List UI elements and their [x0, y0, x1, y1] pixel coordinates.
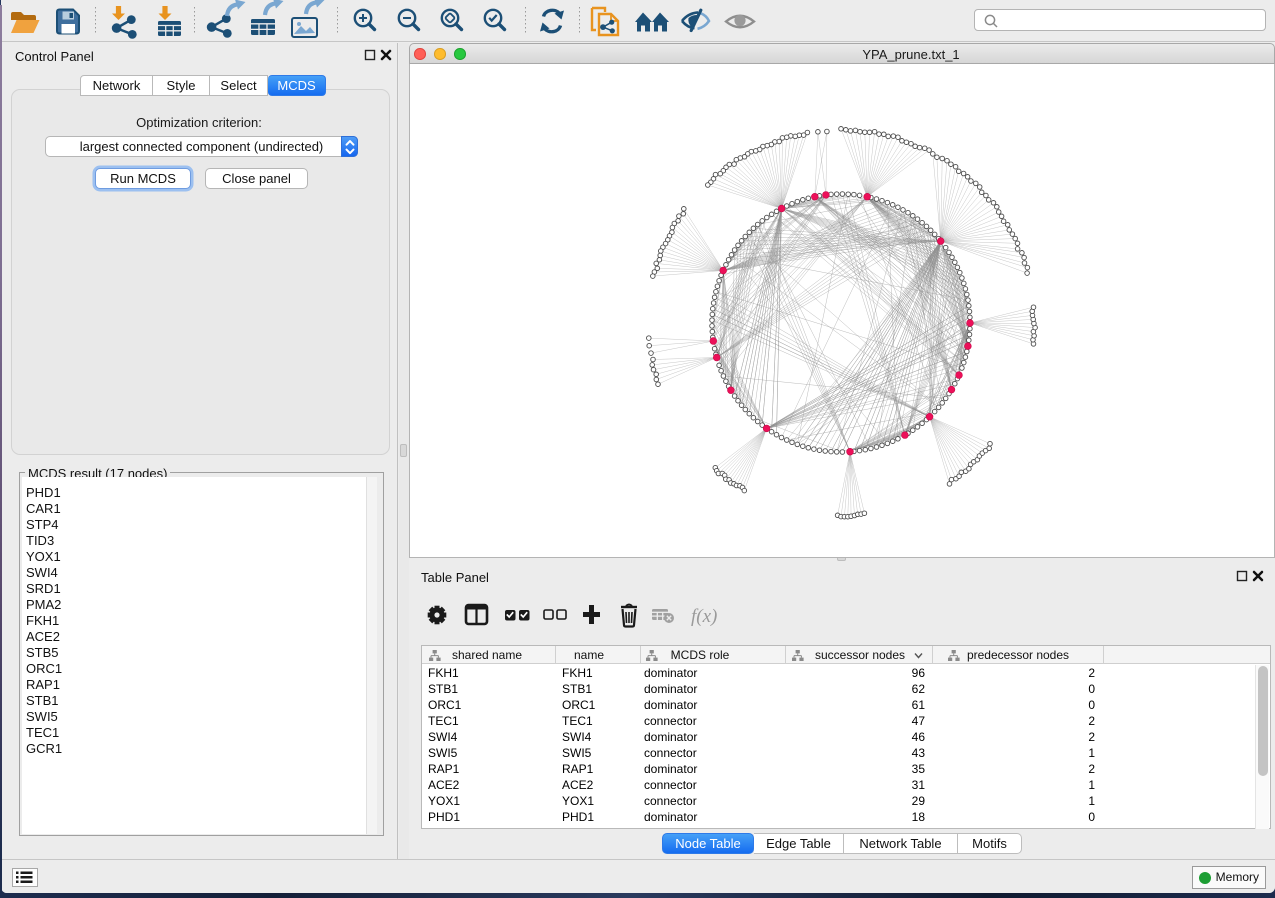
svg-text:f(x): f(x)	[691, 606, 717, 627]
svg-text:predecessor nodes: predecessor nodes	[967, 648, 1069, 662]
svg-text:shared name: shared name	[452, 648, 522, 662]
svg-text:name: name	[574, 648, 604, 662]
svg-text:successor nodes: successor nodes	[815, 648, 905, 662]
svg-text:MCDS role: MCDS role	[671, 648, 730, 662]
